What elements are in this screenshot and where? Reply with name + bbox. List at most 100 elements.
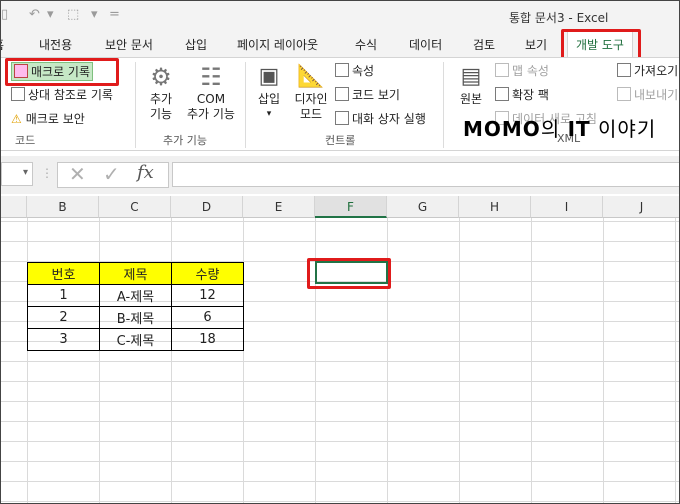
- insert-control-button[interactable]: ▣ 삽입 ▾: [251, 62, 287, 122]
- map-properties-label: 맵 속성: [512, 64, 549, 78]
- chevron-down-icon: ▾: [22, 167, 28, 178]
- import-button[interactable]: 가져오기: [617, 62, 678, 79]
- com-addins-button[interactable]: ☷ COM 추가 기능: [181, 62, 241, 122]
- toolbox-icon: ▣: [258, 64, 280, 89]
- com-addins-label: COM 추가 기능: [187, 92, 235, 121]
- xml-source-label: 원본: [459, 92, 483, 106]
- watermark-particle: 의: [540, 117, 568, 141]
- tab-home[interactable]: 홈: [1, 36, 4, 53]
- macro-record-button[interactable]: 매크로 기록: [11, 62, 94, 81]
- relative-ref-button[interactable]: 상대 참조로 기록: [11, 86, 113, 103]
- group-separator: [245, 62, 246, 148]
- macro-record-label: 매크로 기록: [31, 65, 91, 79]
- tab-custom[interactable]: 내전용: [39, 36, 72, 53]
- macro-security-button[interactable]: ⚠ 매크로 보안: [11, 110, 85, 127]
- dropdown-icon[interactable]: ▾: [47, 7, 54, 22]
- group-label-addins: 추가 기능: [163, 134, 207, 147]
- import-label: 가져오기: [634, 64, 679, 78]
- table-cell[interactable]: 1: [27, 284, 100, 307]
- table-row: 1 A-제목 12: [27, 284, 244, 307]
- com-addin-icon: ☷: [200, 63, 222, 91]
- view-code-label: 코드 보기: [352, 88, 400, 102]
- tab-page-layout[interactable]: 페이지 레이아웃: [237, 36, 318, 53]
- selected-cell-f[interactable]: [315, 261, 388, 284]
- more-options-icon: ⋮: [41, 166, 53, 180]
- watermark-tail: 이야기: [590, 117, 657, 141]
- tab-data[interactable]: 데이터: [409, 36, 442, 53]
- table-header-row: 번호 제목 수량: [27, 262, 244, 285]
- table-cell[interactable]: 18: [171, 328, 244, 351]
- macro-security-label: 매크로 보안: [25, 112, 85, 126]
- customize-qat-icon[interactable]: =: [109, 7, 120, 22]
- group-label-controls: 컨트롤: [325, 134, 356, 147]
- export-icon: [617, 87, 631, 101]
- table-cell[interactable]: A-제목: [99, 284, 172, 307]
- export-label: 내보내기: [634, 88, 679, 102]
- table-cell[interactable]: B-제목: [99, 306, 172, 329]
- table-cell[interactable]: 2: [27, 306, 100, 329]
- map-properties-button[interactable]: 맵 속성: [495, 62, 549, 79]
- insert-control-label: 삽입: [257, 92, 281, 106]
- tab-security-doc[interactable]: 보안 문서: [105, 36, 153, 53]
- ribbon-tabs: 홈 내전용 보안 문서 삽입 페이지 레이아웃 수식 데이터 검토 보기 개발 …: [1, 31, 679, 58]
- xml-source-button[interactable]: ▤ 원본: [451, 62, 491, 107]
- header-cell-number[interactable]: 번호: [27, 262, 100, 285]
- save-icon[interactable]: ▯: [1, 7, 8, 22]
- source-icon: ▤: [460, 64, 482, 89]
- record-icon: [14, 64, 28, 78]
- view-code-button[interactable]: 코드 보기: [335, 86, 400, 103]
- table-row: 3 C-제목 18: [27, 328, 244, 351]
- tab-review[interactable]: 검토: [473, 36, 495, 53]
- col-header-d[interactable]: D: [171, 196, 243, 218]
- design-mode-label: 디자인 모드: [294, 92, 328, 121]
- table-cell[interactable]: 12: [171, 284, 244, 307]
- header-cell-title[interactable]: 제목: [99, 262, 172, 285]
- watermark-it: IT: [567, 117, 591, 141]
- title-bar: ▯ ↶ ▾ ⬚ ▾ = 통합 문서3 - Excel: [1, 1, 679, 31]
- design-ruler-icon: 📐: [297, 64, 325, 89]
- name-box[interactable]: ▾: [1, 162, 33, 186]
- expansion-packs-button[interactable]: 확장 팩: [495, 86, 549, 103]
- data-table: 번호 제목 수량 1 A-제목 12 2 B-제목 6 3 C-제목 18: [27, 262, 244, 351]
- properties-button[interactable]: 속성: [335, 62, 374, 79]
- undo-icon[interactable]: ↶: [29, 7, 40, 22]
- table-cell[interactable]: 3: [27, 328, 100, 351]
- table-cell[interactable]: C-제목: [99, 328, 172, 351]
- table-cell[interactable]: 6: [171, 306, 244, 329]
- col-header-h[interactable]: H: [459, 196, 531, 218]
- tab-developer[interactable]: 개발 도구: [567, 31, 633, 58]
- col-header-a[interactable]: [1, 196, 27, 218]
- code-icon: [335, 87, 349, 101]
- header-cell-quantity[interactable]: 수량: [171, 262, 244, 285]
- col-header-j[interactable]: J: [603, 196, 679, 218]
- table-row: 2 B-제목 6: [27, 306, 244, 329]
- col-header-e[interactable]: E: [243, 196, 315, 218]
- tab-insert[interactable]: 삽입: [185, 36, 207, 53]
- col-header-i[interactable]: I: [531, 196, 603, 218]
- excel-window: ▯ ↶ ▾ ⬚ ▾ = 통합 문서3 - Excel 홈 내전용 보안 문서 삽…: [0, 0, 680, 504]
- group-separator: [135, 62, 136, 148]
- tab-formulas[interactable]: 수식: [355, 36, 377, 53]
- group-label-code: 코드: [15, 134, 36, 147]
- export-button[interactable]: 내보내기: [617, 86, 678, 103]
- group-separator: [443, 62, 444, 148]
- col-header-g[interactable]: G: [387, 196, 459, 218]
- cancel-icon[interactable]: ✕: [69, 162, 86, 188]
- chevron-down-icon: ▾: [266, 109, 272, 119]
- dialog-icon: [335, 111, 349, 125]
- function-icon[interactable]: fx: [137, 162, 154, 188]
- qat-more-icon[interactable]: ▾: [91, 7, 98, 22]
- col-header-b[interactable]: B: [27, 196, 99, 218]
- redo-icon[interactable]: ⬚: [67, 7, 79, 22]
- formula-input[interactable]: [172, 162, 679, 187]
- gear-icon: ⚙: [150, 63, 172, 91]
- col-header-c[interactable]: C: [99, 196, 171, 218]
- properties-icon: [335, 63, 349, 77]
- addins-button[interactable]: ⚙ 추가 기능: [143, 62, 179, 122]
- enter-icon[interactable]: ✓: [103, 162, 120, 188]
- tab-view[interactable]: 보기: [525, 36, 547, 53]
- formula-bar: ▾ ⋮ ✕ ✓ fx: [1, 156, 679, 194]
- run-dialog-button[interactable]: 대화 상자 실행: [335, 110, 426, 127]
- design-mode-button[interactable]: 📐 디자인 모드: [291, 62, 331, 122]
- col-header-f[interactable]: F: [315, 196, 387, 218]
